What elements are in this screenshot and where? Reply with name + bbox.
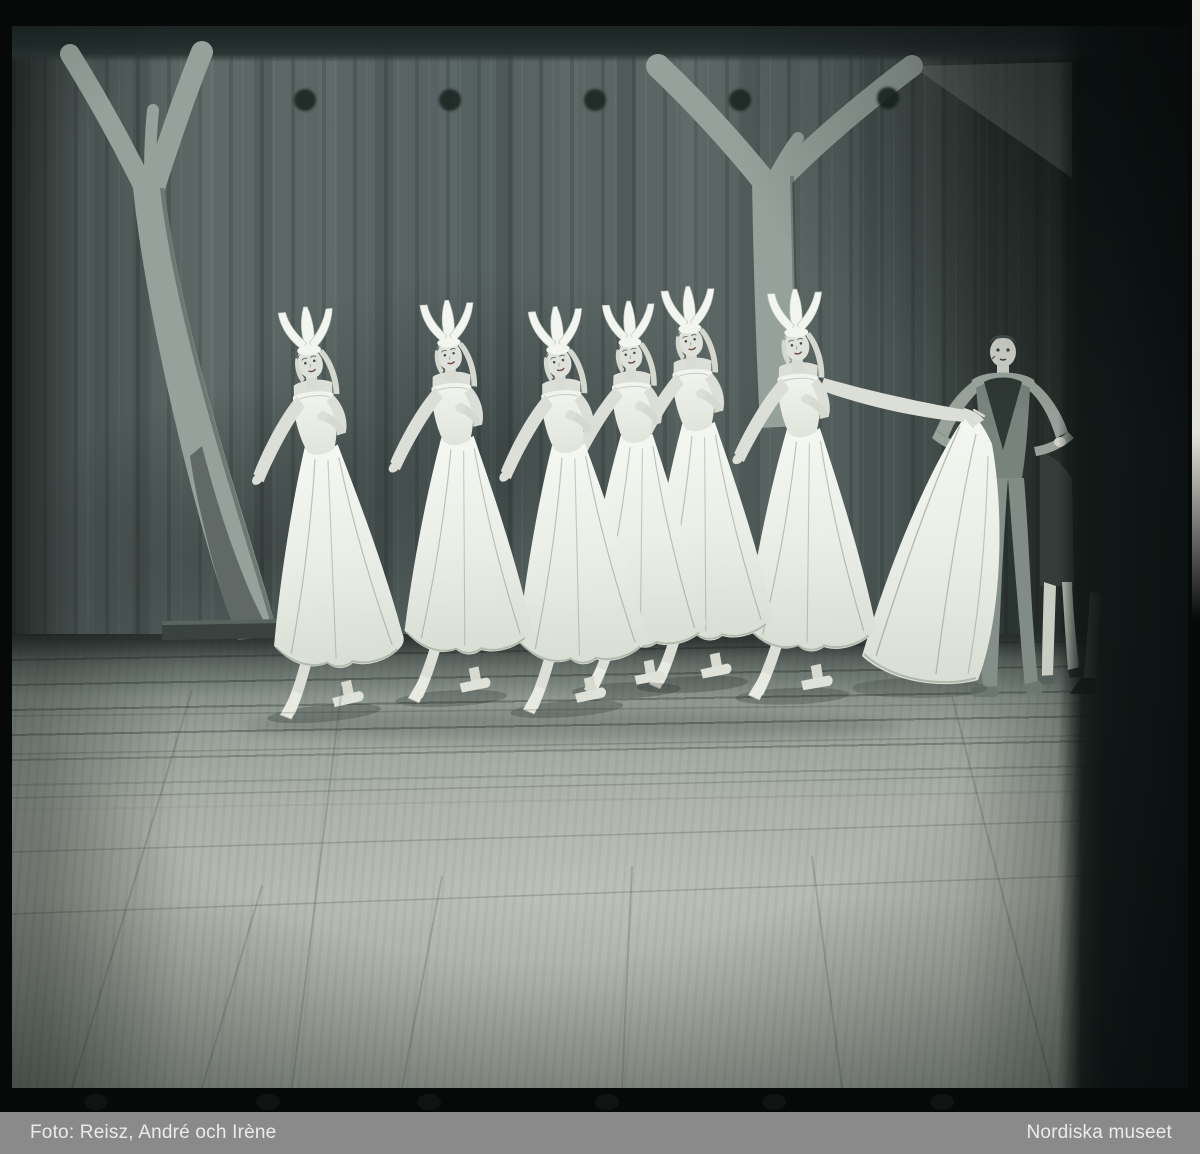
sprocket-dot [256,1094,280,1110]
sprocket-dot [595,1094,619,1110]
film-scan-page: { "scan": { "type": "black-and-white sta… [0,0,1200,1154]
film-edge-strip [1192,0,1200,620]
photo [12,26,1188,1088]
footer-bar: Foto: Reisz, André och Irène Nordiska mu… [0,1112,1200,1154]
sprocket-dot [762,1094,786,1110]
film-rebate [0,0,1200,1112]
sprocket-dot [417,1094,441,1110]
vignette-top-right [712,26,1188,446]
photo-credit: Foto: Reisz, André och Irène [30,1112,276,1154]
museum-credit: Nordiska museet [1026,1112,1172,1154]
sprocket-dot [930,1094,954,1110]
scene-figures [12,26,1188,1088]
sprocket-dot [84,1094,108,1110]
